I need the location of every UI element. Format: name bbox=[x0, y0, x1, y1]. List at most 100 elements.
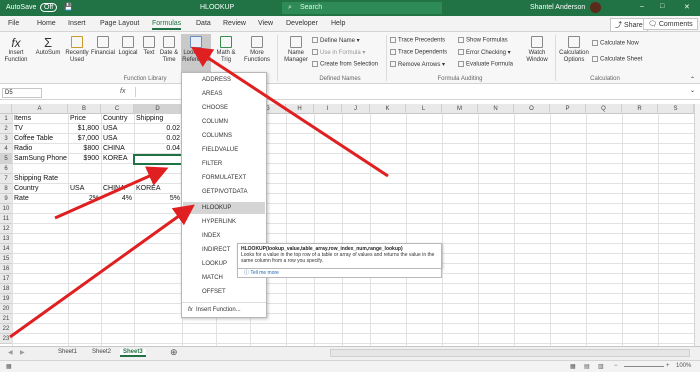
zoom-level[interactable]: 100% bbox=[676, 363, 691, 369]
cell-a8[interactable]: Country bbox=[14, 184, 39, 194]
row-header[interactable]: 23 bbox=[0, 334, 12, 344]
name-box[interactable]: D5 bbox=[2, 88, 42, 98]
tab-review[interactable]: Review bbox=[223, 20, 246, 27]
row-header[interactable]: 15 bbox=[0, 254, 12, 264]
cell-c3[interactable]: USA bbox=[103, 134, 117, 144]
column-header[interactable]: P bbox=[550, 104, 586, 114]
row-header[interactable]: 14 bbox=[0, 244, 12, 254]
cell-a5[interactable]: SamSung Phone bbox=[14, 154, 67, 164]
watch-window-button[interactable]: Watch Window bbox=[522, 36, 552, 64]
menu-item-indirect[interactable]: INDIRECT bbox=[202, 247, 230, 253]
cell-b8[interactable]: USA bbox=[70, 184, 84, 194]
show-formulas-button[interactable]: Show Formulas bbox=[458, 37, 508, 44]
trace-dependents-button[interactable]: Trace Dependents bbox=[390, 49, 447, 56]
row-header[interactable]: 7 bbox=[0, 174, 12, 184]
collapse-ribbon-icon[interactable]: ⌃ bbox=[690, 76, 695, 83]
row-header[interactable]: 13 bbox=[0, 234, 12, 244]
row-header[interactable]: 8 bbox=[0, 184, 12, 194]
menu-item-match[interactable]: MATCH bbox=[202, 275, 223, 281]
menu-item-hyperlink[interactable]: HYPERLINK bbox=[202, 219, 236, 225]
cell-d9[interactable]: 5% bbox=[134, 194, 180, 204]
column-header[interactable]: I bbox=[314, 104, 342, 114]
cell-b9[interactable]: 2% bbox=[68, 194, 99, 204]
prev-sheet-icon[interactable]: ◀ bbox=[8, 349, 13, 356]
comments-button[interactable]: 🗨 Comments bbox=[643, 18, 698, 30]
save-icon[interactable]: 💾 bbox=[64, 3, 73, 11]
recently-used-button[interactable]: Recently Used bbox=[64, 36, 90, 64]
cell-c5[interactable]: KOREA bbox=[103, 154, 128, 164]
avatar[interactable] bbox=[590, 2, 601, 13]
sheet-tab-sheet1[interactable]: Sheet1 bbox=[58, 349, 77, 355]
menu-item-choose[interactable]: CHOOSE bbox=[202, 105, 228, 111]
cell-b4[interactable]: $800 bbox=[68, 144, 99, 154]
tab-data[interactable]: Data bbox=[196, 20, 211, 27]
tab-developer[interactable]: Developer bbox=[286, 20, 318, 27]
column-header[interactable]: S bbox=[658, 104, 694, 114]
insert-function-button[interactable]: fx Insert Function bbox=[3, 36, 29, 64]
menu-item-columns[interactable]: COLUMNS bbox=[202, 133, 232, 139]
close-icon[interactable]: ✕ bbox=[684, 3, 690, 11]
trace-precedents-button[interactable]: Trace Precedents bbox=[390, 37, 445, 44]
error-checking-button[interactable]: Error Checking ▾ bbox=[458, 49, 511, 56]
row-header[interactable]: 4 bbox=[0, 144, 12, 154]
row-header[interactable]: 10 bbox=[0, 204, 12, 214]
menu-item-index[interactable]: INDEX bbox=[202, 233, 220, 239]
cell-d8[interactable]: KOREA bbox=[136, 184, 161, 194]
cell-a1[interactable]: Items bbox=[14, 114, 31, 124]
cell-c1[interactable]: Country bbox=[103, 114, 128, 124]
row-header[interactable]: 2 bbox=[0, 124, 12, 134]
tab-home[interactable]: Home bbox=[37, 20, 56, 27]
column-header[interactable]: O bbox=[514, 104, 550, 114]
tab-formulas[interactable]: Formulas bbox=[152, 20, 182, 30]
row-header[interactable]: 12 bbox=[0, 224, 12, 234]
row-header[interactable]: 16 bbox=[0, 264, 12, 274]
row-header[interactable]: 22 bbox=[0, 324, 12, 334]
tab-insert[interactable]: Insert bbox=[68, 20, 86, 27]
column-header[interactable]: Q bbox=[586, 104, 622, 114]
cell-b3[interactable]: $7,000 bbox=[68, 134, 99, 144]
menu-item-fieldvalue[interactable]: FIELDVALUE bbox=[202, 147, 238, 153]
cell-a4[interactable]: Radio bbox=[14, 144, 32, 154]
column-header[interactable]: H bbox=[286, 104, 314, 114]
define-name-button[interactable]: Define Name ▾ bbox=[312, 37, 360, 44]
share-button[interactable]: ⤴ Share bbox=[610, 18, 648, 32]
autosum-button[interactable]: Σ AutoSum bbox=[34, 36, 62, 57]
calculate-now-button[interactable]: Calculate Now bbox=[592, 40, 639, 47]
column-header[interactable]: L bbox=[406, 104, 442, 114]
add-sheet-icon[interactable]: ⊕ bbox=[170, 347, 178, 358]
remove-arrows-button[interactable]: Remove Arrows ▾ bbox=[390, 61, 445, 68]
financial-button[interactable]: Financial bbox=[91, 36, 115, 57]
date-time-button[interactable]: Date & Time bbox=[158, 36, 180, 64]
horizontal-scrollbar[interactable] bbox=[330, 349, 690, 357]
zoom-out-icon[interactable]: − bbox=[614, 363, 618, 369]
menu-item-filter[interactable]: FILTER bbox=[202, 161, 222, 167]
cell-d2[interactable]: 0.02 bbox=[134, 124, 180, 134]
calculation-options-button[interactable]: Calculation Options bbox=[557, 36, 591, 64]
cell-b5[interactable]: $900 bbox=[68, 154, 99, 164]
use-in-formula-button[interactable]: Use in Formula ▾ bbox=[312, 49, 365, 56]
row-header[interactable]: 9 bbox=[0, 194, 12, 204]
cell-a2[interactable]: TV bbox=[14, 124, 23, 134]
user-name[interactable]: Shantel Anderson bbox=[530, 4, 585, 11]
selected-cell-d5[interactable] bbox=[133, 154, 183, 165]
fx-icon[interactable]: fx bbox=[120, 88, 125, 95]
row-header[interactable]: 21 bbox=[0, 314, 12, 324]
menu-item-insert-function[interactable]: fx Insert Function... bbox=[188, 307, 241, 313]
cell-a7[interactable]: Shipping Rate bbox=[14, 174, 58, 184]
math-trig-button[interactable]: Math & Trig bbox=[213, 36, 239, 64]
text-button[interactable]: Text bbox=[140, 36, 158, 57]
row-header[interactable]: 18 bbox=[0, 284, 12, 294]
zoom-in-icon[interactable]: + bbox=[666, 363, 670, 369]
menu-item-column[interactable]: COLUMN bbox=[202, 119, 228, 125]
row-header[interactable]: 20 bbox=[0, 304, 12, 314]
minimize-icon[interactable]: – bbox=[640, 3, 644, 10]
tab-page-layout[interactable]: Page Layout bbox=[100, 20, 139, 27]
autosave-toggle[interactable]: Off bbox=[40, 3, 58, 12]
search-box[interactable]: ⌕ Search bbox=[282, 2, 442, 14]
cell-a3[interactable]: Coffee Table bbox=[14, 134, 53, 144]
menu-item-getpivotdata[interactable]: GETPIVOTDATA bbox=[202, 189, 247, 195]
zoom-slider[interactable] bbox=[624, 366, 664, 367]
expand-formula-icon[interactable]: ⌄ bbox=[690, 87, 695, 94]
normal-view-icon[interactable]: ▦ bbox=[570, 363, 576, 370]
tab-view[interactable]: View bbox=[258, 20, 273, 27]
